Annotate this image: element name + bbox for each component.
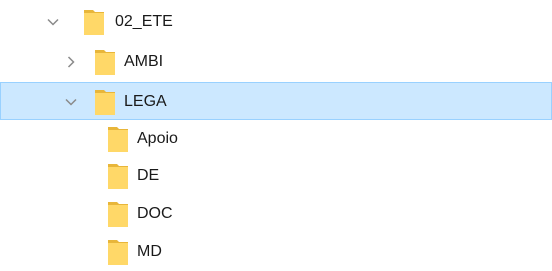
- folder-icon: [95, 50, 115, 75]
- folder-icon: [84, 10, 104, 35]
- tree-item-md[interactable]: MD: [0, 233, 552, 271]
- folder-icon: [108, 240, 128, 265]
- tree-item-label: MD: [137, 243, 162, 260]
- tree-item-label: 02_ETE: [115, 13, 173, 30]
- tree-item-de[interactable]: DE: [0, 157, 552, 195]
- tree-item-02-ete[interactable]: 02_ETE: [0, 3, 552, 41]
- tree-item-label: AMBI: [124, 53, 164, 70]
- tree-item-label: DOC: [137, 205, 173, 222]
- tree-item-label: DE: [137, 167, 160, 184]
- chevron-right-icon[interactable]: [64, 55, 78, 69]
- folder-tree: 02_ETE AMBI LEGA Apoio DE DOC MD: [0, 0, 552, 265]
- folder-icon: [108, 164, 128, 189]
- tree-item-lega[interactable]: LEGA: [0, 82, 552, 120]
- tree-item-label: Apoio: [137, 130, 178, 147]
- folder-icon: [95, 90, 115, 115]
- folder-icon: [108, 127, 128, 152]
- tree-item-ambi[interactable]: AMBI: [0, 43, 552, 81]
- tree-item-doc[interactable]: DOC: [0, 195, 552, 233]
- chevron-down-icon[interactable]: [46, 15, 60, 29]
- chevron-down-icon[interactable]: [64, 95, 78, 109]
- folder-icon: [108, 202, 128, 227]
- tree-item-apoio[interactable]: Apoio: [0, 120, 552, 158]
- tree-item-label: LEGA: [124, 93, 167, 110]
